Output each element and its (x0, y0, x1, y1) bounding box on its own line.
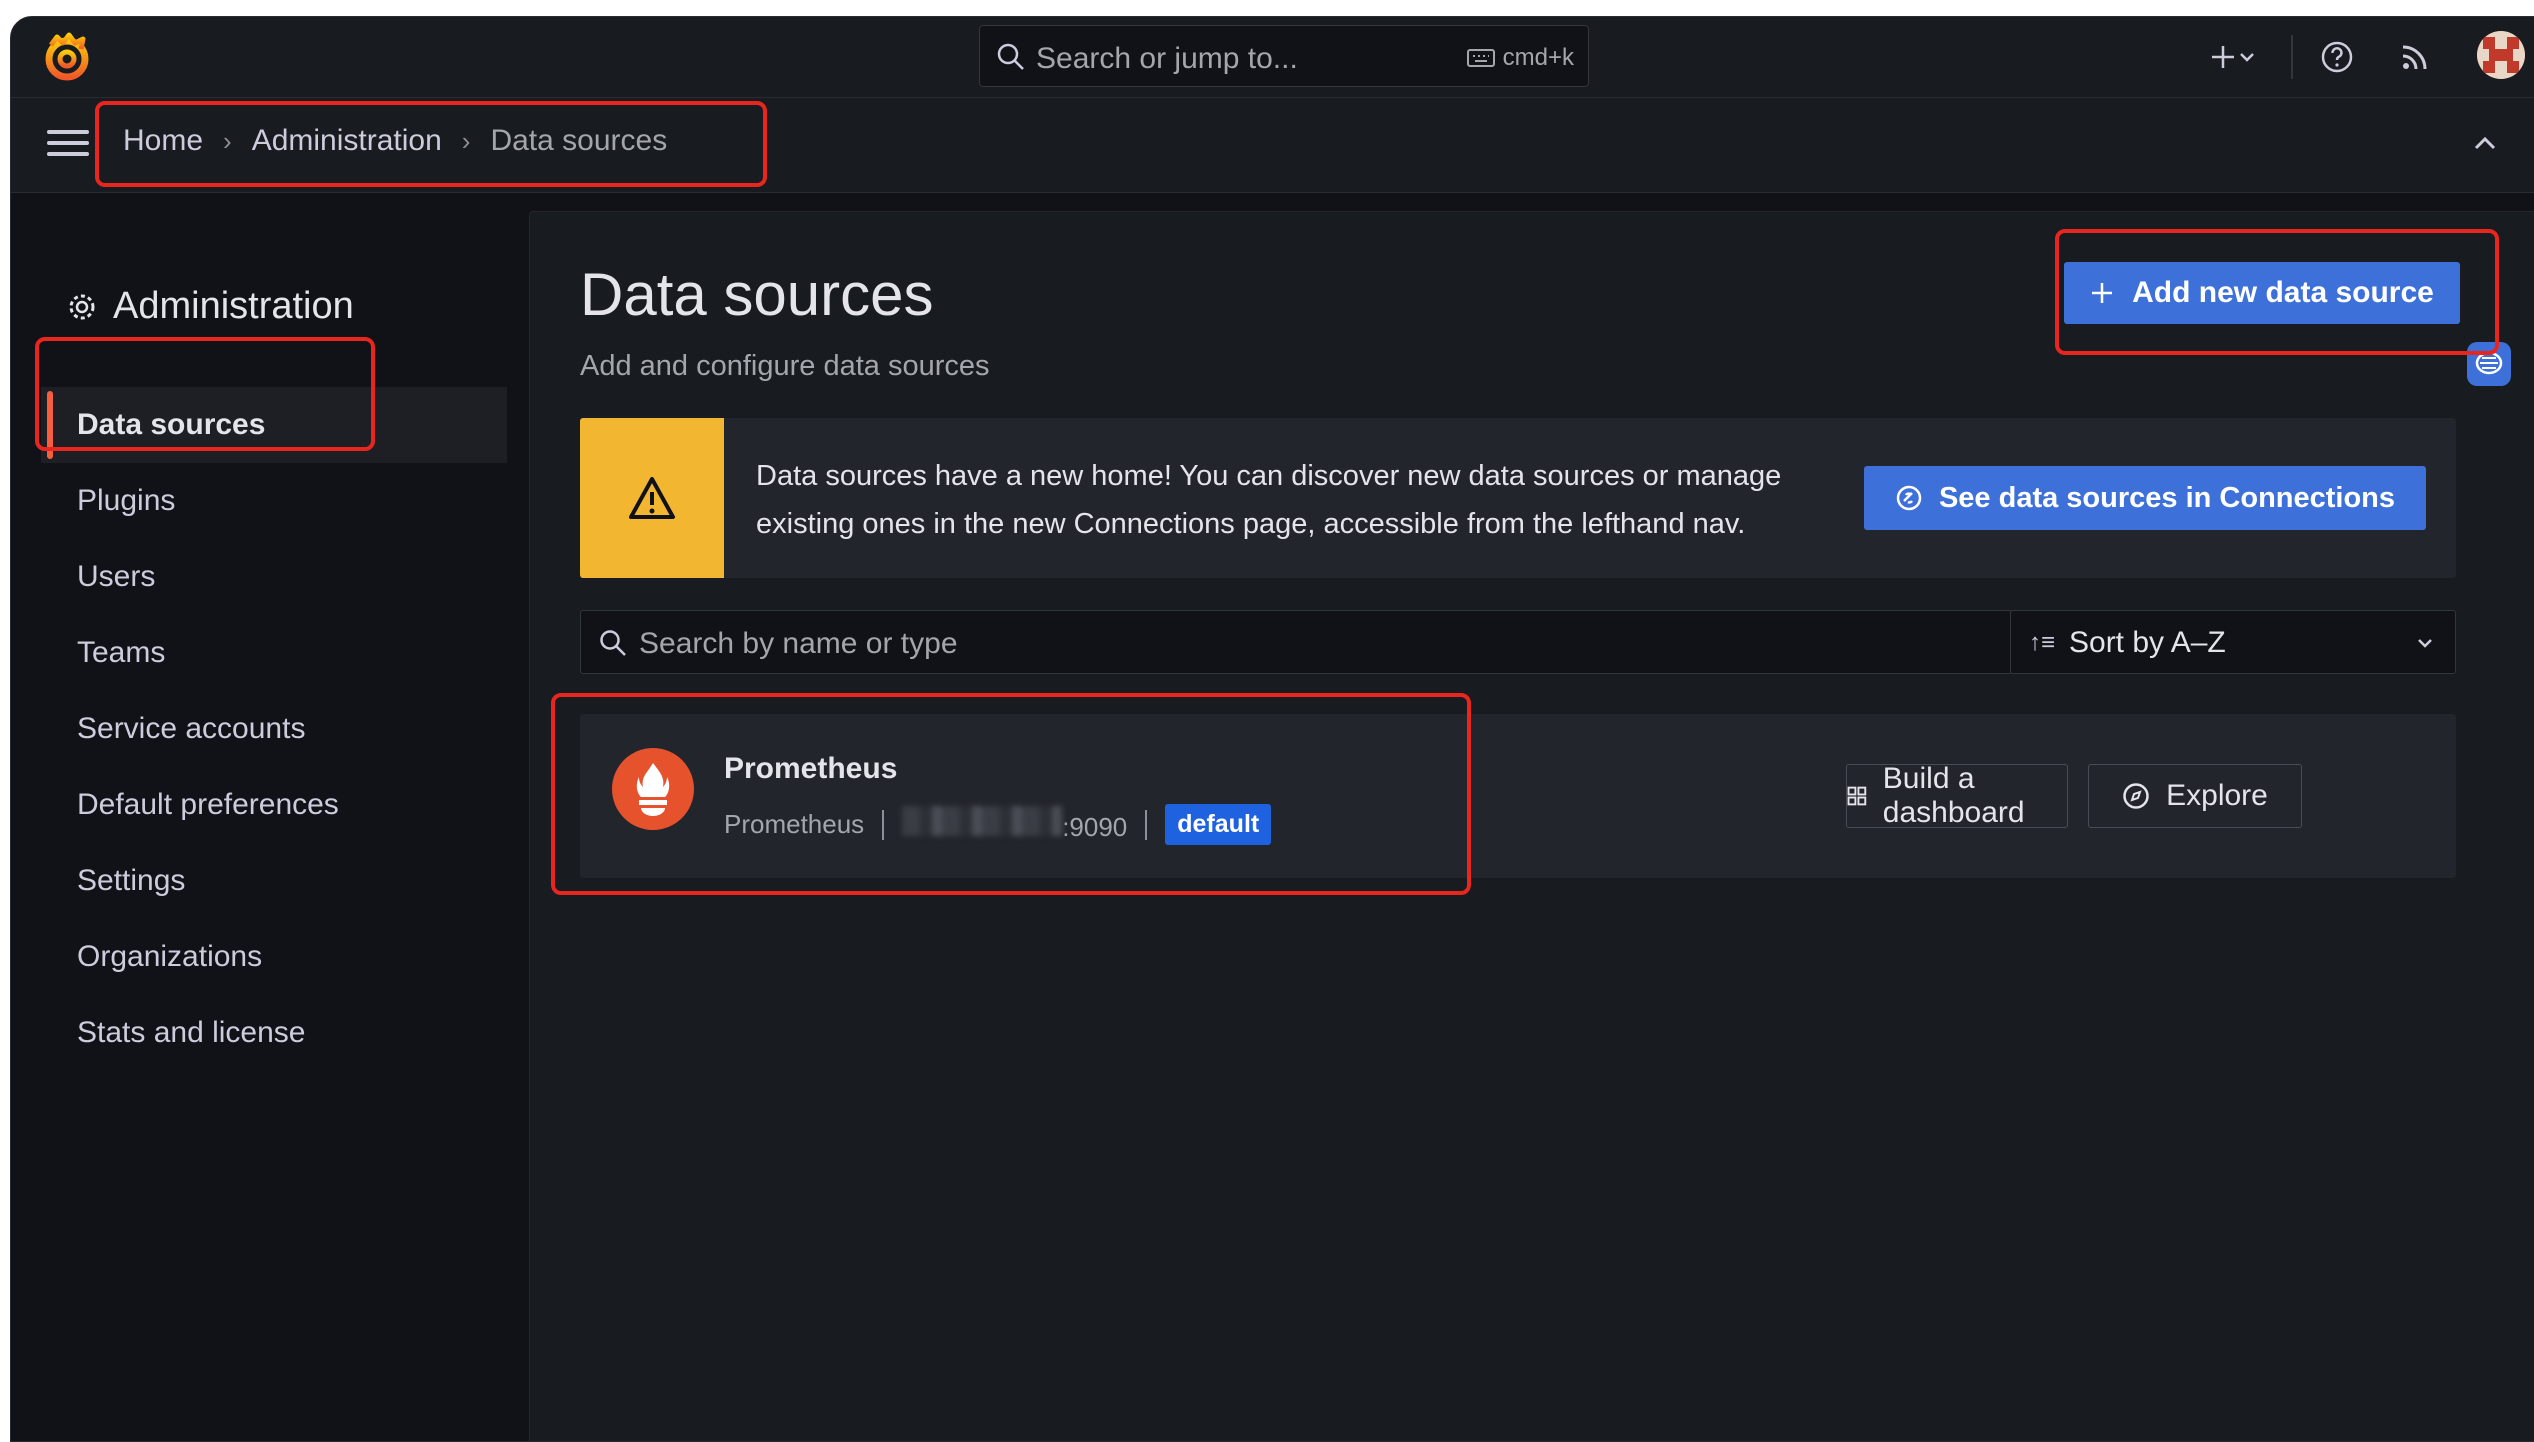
menu-toggle-button[interactable] (47, 130, 89, 160)
breadcrumb-separator: › (461, 125, 471, 156)
breadcrumb-bar: Home › Administration › Data sources (11, 98, 2534, 193)
sidebar-item-service-accounts[interactable]: Service accounts (41, 691, 507, 767)
breadcrumb-home[interactable]: Home (123, 124, 203, 158)
connections-notice: Data sources have a new home! You can di… (580, 418, 2456, 578)
add-button-label: Add new data source (2132, 276, 2434, 309)
assistant-icon[interactable] (2467, 342, 2511, 386)
search-icon (600, 630, 626, 656)
top-bar: Search or jump to... cmd+k (11, 17, 2534, 98)
sort-label: Sort by A–Z (2069, 626, 2226, 659)
warning-icon (580, 418, 724, 578)
datasource-name[interactable]: Prometheus (724, 752, 897, 786)
shortcut-text: cmd+k (1502, 44, 1574, 71)
apps-icon (1847, 786, 1867, 806)
see-in-connections-button[interactable]: See data sources in Connections (1864, 466, 2426, 530)
datasource-search-input[interactable]: Search by name or type (580, 610, 2012, 674)
chevron-down-icon (2418, 639, 2432, 648)
grafana-window: Search or jump to... cmd+k Home › Admini… (10, 16, 2534, 1442)
search-placeholder: Search or jump to... (1036, 42, 1298, 75)
admin-sidebar: Administration Data sources Plugins User… (11, 193, 527, 1441)
meta-divider (882, 809, 885, 840)
breadcrumb: Home › Administration › Data sources (123, 124, 667, 158)
plus-icon (2092, 283, 2113, 303)
sidebar-title-text: Administration (113, 285, 354, 327)
gear-icon (69, 294, 95, 319)
page-title: Data sources (580, 261, 934, 328)
new-menu-button[interactable] (2197, 35, 2267, 79)
chevron-up-icon[interactable] (2469, 128, 2501, 160)
breadcrumb-administration[interactable]: Administration (252, 124, 442, 158)
explore-button[interactable]: Explore (2088, 764, 2302, 828)
prometheus-logo-icon (612, 748, 694, 830)
build-dashboard-button[interactable]: Build a dashboard (1846, 762, 2068, 829)
search-placeholder: Search by name or type (639, 627, 958, 660)
rss-icon (2402, 45, 2427, 70)
default-badge: default (1165, 804, 1272, 845)
search-icon (997, 43, 1024, 70)
sidebar-item-teams[interactable]: Teams (41, 615, 507, 691)
build-dashboard-label: Build a dashboard (1882, 762, 2025, 829)
sort-icon: ↑≡ (2029, 629, 2056, 656)
datasource-meta: Prometheus :9090 default (724, 804, 1272, 845)
compass-icon (2123, 783, 2149, 809)
datasource-url: :9090 (902, 806, 1127, 843)
shortcut-hint: cmd+k (1466, 44, 1574, 72)
sidebar-title: Administration (67, 285, 354, 328)
sidebar-item-plugins[interactable]: Plugins (41, 463, 507, 539)
breadcrumb-current: Data sources (490, 124, 668, 157)
connections-button-label: See data sources in Connections (1938, 481, 2396, 514)
user-avatar[interactable] (2477, 31, 2525, 79)
help-icon (2321, 41, 2353, 73)
add-new-data-source-button[interactable]: Add new data source (2064, 262, 2460, 324)
datasource-card[interactable]: Prometheus Prometheus :9090 default Buil… (580, 714, 2456, 878)
redacted-host (902, 806, 1063, 836)
datasource-port: :9090 (1062, 812, 1128, 842)
plus-icon (2212, 46, 2234, 68)
meta-divider (1145, 809, 1148, 840)
chevron-down-icon (2240, 53, 2254, 62)
sidebar-item-organizations[interactable]: Organizations (41, 919, 507, 995)
breadcrumb-separator: › (223, 125, 232, 156)
explore-label: Explore (2166, 779, 2268, 812)
sidebar-item-settings[interactable]: Settings (41, 843, 507, 919)
help-button[interactable] (2315, 35, 2359, 79)
grafana-logo-icon[interactable] (41, 31, 93, 83)
main-content: Data sources Add and configure data sour… (529, 211, 2534, 1441)
sidebar-item-data-sources[interactable]: Data sources (41, 387, 507, 463)
keyboard-icon (1466, 49, 1495, 67)
sort-select[interactable]: ↑≡ Sort by A–Z (2010, 610, 2456, 674)
topbar-divider (2291, 35, 2293, 79)
datasource-type: Prometheus (724, 809, 865, 839)
news-button[interactable] (2393, 35, 2437, 79)
page-subtitle: Add and configure data sources (580, 350, 990, 382)
link-icon (1896, 485, 1922, 511)
notice-text: Data sources have a new home! You can di… (756, 460, 1782, 540)
sidebar-item-stats-and-license[interactable]: Stats and license (41, 995, 507, 1071)
sidebar-item-default-preferences[interactable]: Default preferences (41, 767, 507, 843)
global-search[interactable]: Search or jump to... cmd+k (979, 25, 1589, 87)
sidebar-item-users[interactable]: Users (41, 539, 507, 615)
